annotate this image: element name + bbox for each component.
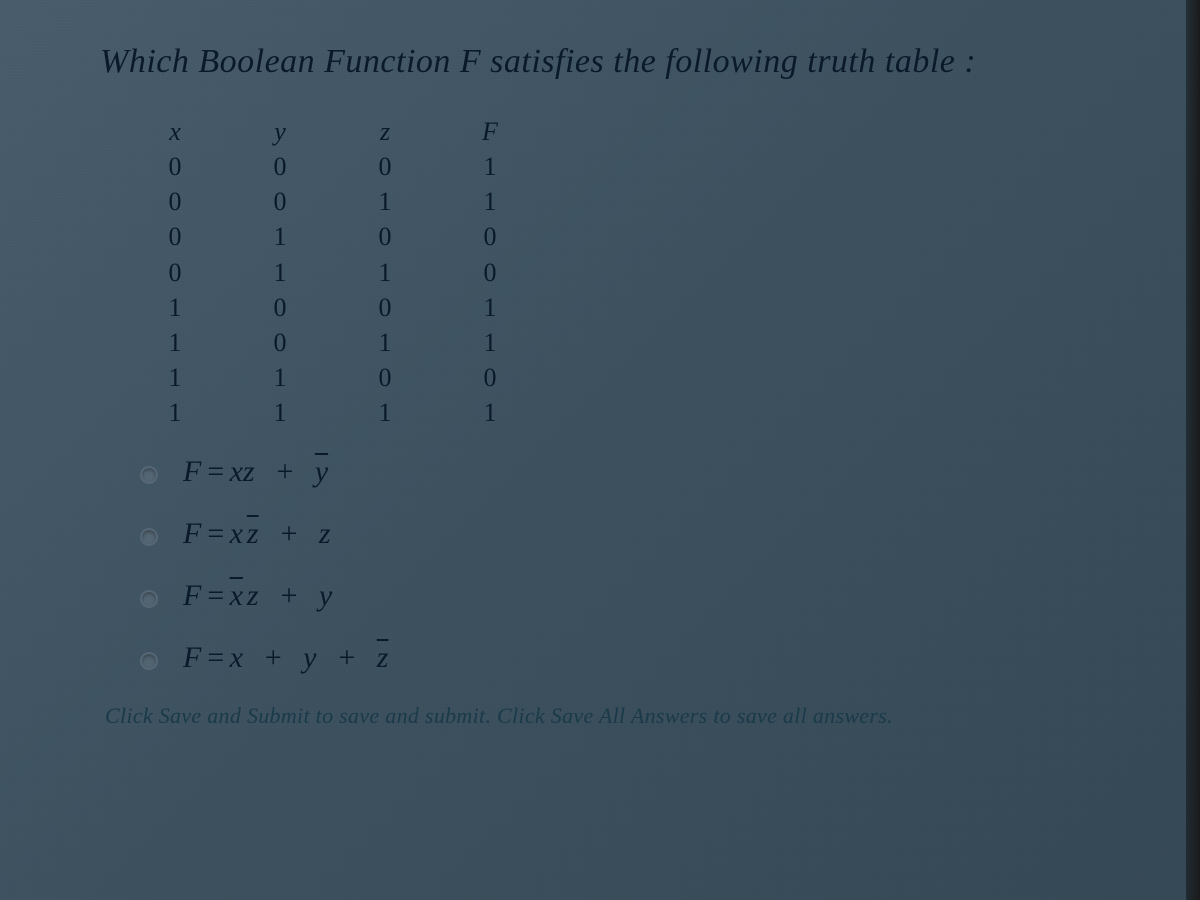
cell: 1 (370, 255, 400, 290)
table-row: 0 0 1 1 (160, 184, 1110, 219)
cell: 1 (160, 395, 190, 430)
col-header-y: y (265, 114, 295, 149)
cell: 0 (370, 290, 400, 325)
table-row: 0 0 0 1 (160, 149, 1110, 184)
cell: 1 (370, 395, 400, 430)
save-hint: Click Save and Submit to save and submit… (105, 703, 1110, 729)
option-a-label: F = xz + y (183, 455, 328, 489)
option-c-label: F = x z + y (183, 579, 332, 613)
option-b[interactable]: F = x z + z (140, 517, 1110, 551)
cell: 0 (265, 325, 295, 360)
table-row: 0 1 0 0 (160, 219, 1110, 254)
cell: 1 (370, 325, 400, 360)
cell: 1 (475, 184, 505, 219)
option-a[interactable]: F = xz + y (140, 455, 1110, 489)
cell: 1 (265, 360, 295, 395)
cell: 0 (160, 219, 190, 254)
table-header-row: x y z F (160, 114, 1110, 149)
cell: 0 (370, 219, 400, 254)
cell: 0 (370, 360, 400, 395)
cell: 0 (160, 255, 190, 290)
cell: 1 (265, 219, 295, 254)
table-row: 1 0 1 1 (160, 325, 1110, 360)
col-header-z: z (370, 114, 400, 149)
cell: 0 (475, 360, 505, 395)
radio-icon[interactable] (140, 652, 158, 670)
col-header-x: x (160, 114, 190, 149)
cell: 0 (475, 255, 505, 290)
cell: 0 (265, 290, 295, 325)
cell: 1 (370, 184, 400, 219)
question-title: Which Boolean Function F satisfies the f… (100, 40, 1110, 84)
cell: 1 (160, 290, 190, 325)
cell: 0 (475, 219, 505, 254)
cell: 0 (265, 184, 295, 219)
table-row: 0 1 1 0 (160, 255, 1110, 290)
answer-options: F = xz + y F = x z + z (140, 455, 1110, 675)
option-b-label: F = x z + z (183, 517, 331, 551)
cell: 1 (475, 395, 505, 430)
radio-icon[interactable] (140, 466, 158, 484)
cell: 0 (370, 149, 400, 184)
cell: 0 (160, 149, 190, 184)
option-d[interactable]: F = x + y + z (140, 641, 1110, 675)
cell: 1 (265, 395, 295, 430)
cell: 1 (160, 360, 190, 395)
cell: 1 (475, 149, 505, 184)
table-row: 1 1 0 0 (160, 360, 1110, 395)
screen-edge-decoration (1186, 0, 1200, 900)
truth-table: x y z F 0 0 0 1 0 0 1 1 0 1 0 0 0 1 1 0 (160, 114, 1110, 430)
cell: 1 (475, 290, 505, 325)
cell: 1 (475, 325, 505, 360)
cell: 1 (265, 255, 295, 290)
option-d-label: F = x + y + z (183, 641, 388, 675)
col-header-f: F (475, 114, 505, 149)
option-c[interactable]: F = x z + y (140, 579, 1110, 613)
table-row: 1 0 0 1 (160, 290, 1110, 325)
table-row: 1 1 1 1 (160, 395, 1110, 430)
radio-icon[interactable] (140, 528, 158, 546)
cell: 0 (160, 184, 190, 219)
cell: 0 (265, 149, 295, 184)
radio-icon[interactable] (140, 590, 158, 608)
cell: 1 (160, 325, 190, 360)
